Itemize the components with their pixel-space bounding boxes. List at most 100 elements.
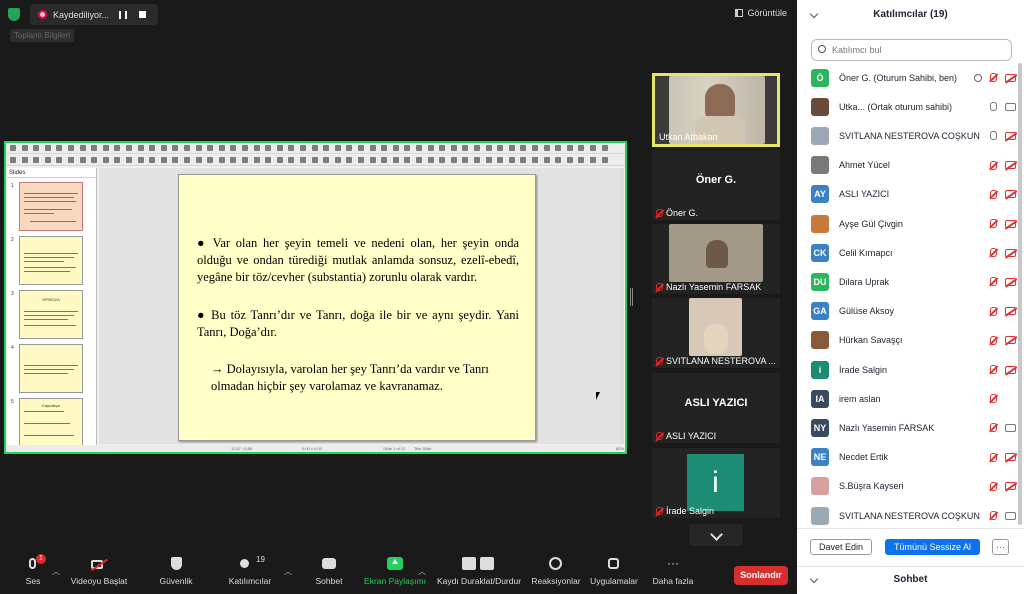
more-button[interactable]: ··· Daha fazla (650, 557, 696, 586)
audio-options-caret-icon[interactable]: ︿ (52, 566, 60, 577)
chat-button[interactable]: Sohbet (312, 557, 346, 586)
toolbar-tool-icon[interactable] (91, 157, 98, 163)
participant-row[interactable]: SVITLANA NESTEROVA COŞKUN (811, 501, 1016, 528)
toolbar-tool-icon[interactable] (126, 145, 132, 151)
muted-mic-icon[interactable] (990, 452, 997, 462)
video-off-icon[interactable] (1005, 277, 1016, 286)
muted-mic-icon[interactable] (990, 481, 997, 491)
toolbar-tool-icon[interactable] (497, 157, 504, 163)
toolbar-tool-icon[interactable] (114, 157, 121, 163)
toolbar-tool-icon[interactable] (311, 145, 318, 151)
muted-mic-icon[interactable] (990, 423, 997, 433)
muted-mic-icon[interactable] (990, 511, 997, 520)
video-off-icon[interactable] (1005, 365, 1016, 374)
toolbar-tool-icon[interactable] (323, 145, 330, 151)
mute-button[interactable]: 1 Ses (20, 554, 46, 586)
scroll-tiles-down-button[interactable] (689, 524, 743, 546)
video-on-icon[interactable] (1005, 511, 1016, 520)
encryption-shield-icon[interactable] (8, 8, 20, 21)
toolbar-tool-icon[interactable] (300, 157, 306, 163)
collapse-chevron-icon[interactable] (809, 9, 819, 19)
toolbar-tool-icon[interactable] (149, 145, 156, 151)
pause-stop-recording-button[interactable]: Kaydı Duraklat/Durdur (434, 557, 524, 586)
slide-thumbnail[interactable]: 2 (11, 236, 83, 285)
view-button[interactable]: Görüntüle (735, 8, 787, 18)
toolbar-tool-icon[interactable] (381, 145, 388, 151)
toolbar-tool-icon[interactable] (578, 157, 585, 163)
toolbar-tool-icon[interactable] (172, 145, 179, 151)
share-options-caret-icon[interactable]: ︿ (418, 566, 426, 577)
toolbar-tool-icon[interactable] (276, 157, 283, 163)
participant-row[interactable]: Ayşe Gül Çivgin (811, 209, 1016, 238)
toolbar-tool-icon[interactable] (33, 145, 40, 151)
video-on-icon[interactable] (1005, 423, 1016, 432)
toolbar-tool-icon[interactable] (508, 145, 515, 151)
toolbar-tool-icon[interactable] (207, 157, 214, 163)
participant-row[interactable]: SVITLANA NESTEROVA COŞKUN (811, 121, 1016, 150)
toolbar-tool-icon[interactable] (44, 157, 51, 163)
participants-button[interactable]: 19 Katılımcılar (226, 555, 274, 586)
muted-mic-icon[interactable] (990, 248, 997, 258)
video-off-icon[interactable] (1005, 482, 1016, 491)
muted-mic-icon[interactable] (990, 306, 997, 316)
video-tile[interactable]: i İrade Salgin (652, 448, 780, 518)
toolbar-tool-icon[interactable] (195, 145, 202, 151)
toolbar-tool-icon[interactable] (508, 157, 515, 163)
toolbar-tool-icon[interactable] (462, 145, 469, 151)
participant-row[interactable]: Utka... (Ortak oturum sahibi) (811, 92, 1016, 121)
toolbar-tool-icon[interactable] (184, 145, 190, 151)
mic-on-icon[interactable] (990, 102, 997, 112)
muted-mic-icon[interactable] (990, 219, 997, 228)
video-tile[interactable]: Öner G. Öner G. (652, 150, 780, 220)
toolbar-tool-icon[interactable] (253, 157, 260, 163)
toolbar-tool-icon[interactable] (450, 145, 457, 151)
toolbar-tool-icon[interactable] (462, 157, 469, 163)
video-off-icon[interactable] (1005, 307, 1016, 316)
pause-recording-icon[interactable] (119, 10, 128, 19)
toolbar-tool-icon[interactable] (543, 157, 550, 163)
participant-row[interactable]: CK Celil Kırnapcı (811, 238, 1016, 267)
toolbar-tool-icon[interactable] (276, 145, 283, 151)
end-meeting-button[interactable]: Sonlandır (734, 566, 788, 585)
toolbar-tool-icon[interactable] (334, 145, 341, 151)
participant-list-scrollbar[interactable] (1018, 63, 1022, 525)
toolbar-tool-icon[interactable] (323, 157, 330, 163)
toolbar-tool-icon[interactable] (230, 157, 237, 163)
muted-mic-icon[interactable] (990, 394, 997, 404)
toolbar-tool-icon[interactable] (56, 157, 63, 163)
toolbar-tool-icon[interactable] (427, 145, 434, 151)
toolbar-tool-icon[interactable] (195, 157, 202, 163)
muted-mic-icon[interactable] (990, 277, 997, 287)
muted-mic-icon[interactable] (990, 335, 997, 345)
toolbar-tool-icon[interactable] (555, 157, 562, 163)
toolbar-tool-icon[interactable] (253, 145, 260, 151)
toolbar-tool-icon[interactable] (114, 145, 121, 151)
toolbar-tool-icon[interactable] (218, 157, 225, 163)
toolbar-tool-icon[interactable] (439, 157, 446, 163)
toolbar-tool-icon[interactable] (149, 157, 156, 163)
toolbar-tool-icon[interactable] (346, 157, 353, 163)
video-on-icon[interactable] (1005, 102, 1016, 111)
video-off-icon[interactable] (1005, 131, 1016, 140)
share-screen-button[interactable]: Ekran Paylaşımı (364, 557, 426, 586)
toolbar-tool-icon[interactable] (381, 157, 388, 163)
toolbar-tool-icon[interactable] (416, 157, 422, 163)
participant-row[interactable]: DU Dilara Uprak (811, 267, 1016, 296)
toolbar-tool-icon[interactable] (578, 145, 585, 151)
toolbar-tool-icon[interactable] (300, 145, 306, 151)
participant-row[interactable]: S.Büşra Kayseri (811, 472, 1016, 501)
toolbar-tool-icon[interactable] (56, 145, 63, 151)
video-tile[interactable]: SVITLANA NESTEROVA ... (652, 298, 780, 368)
invite-button[interactable]: Davet Edin (810, 539, 872, 555)
toolbar-tool-icon[interactable] (44, 145, 51, 151)
toolbar-tool-icon[interactable] (404, 145, 411, 151)
toolbar-tool-icon[interactable] (369, 157, 376, 163)
video-tile[interactable]: Nazlı Yasemin FARSAK (652, 224, 780, 294)
toolbar-tool-icon[interactable] (532, 145, 538, 151)
toolbar-tool-icon[interactable] (68, 145, 74, 151)
toolbar-tool-icon[interactable] (126, 157, 132, 163)
panel-more-button[interactable]: ··· (992, 539, 1009, 555)
toolbar-tool-icon[interactable] (404, 157, 411, 163)
slide-thumbnail[interactable]: 5 Kaynakça (11, 398, 83, 447)
toolbar-tool-icon[interactable] (102, 157, 109, 163)
